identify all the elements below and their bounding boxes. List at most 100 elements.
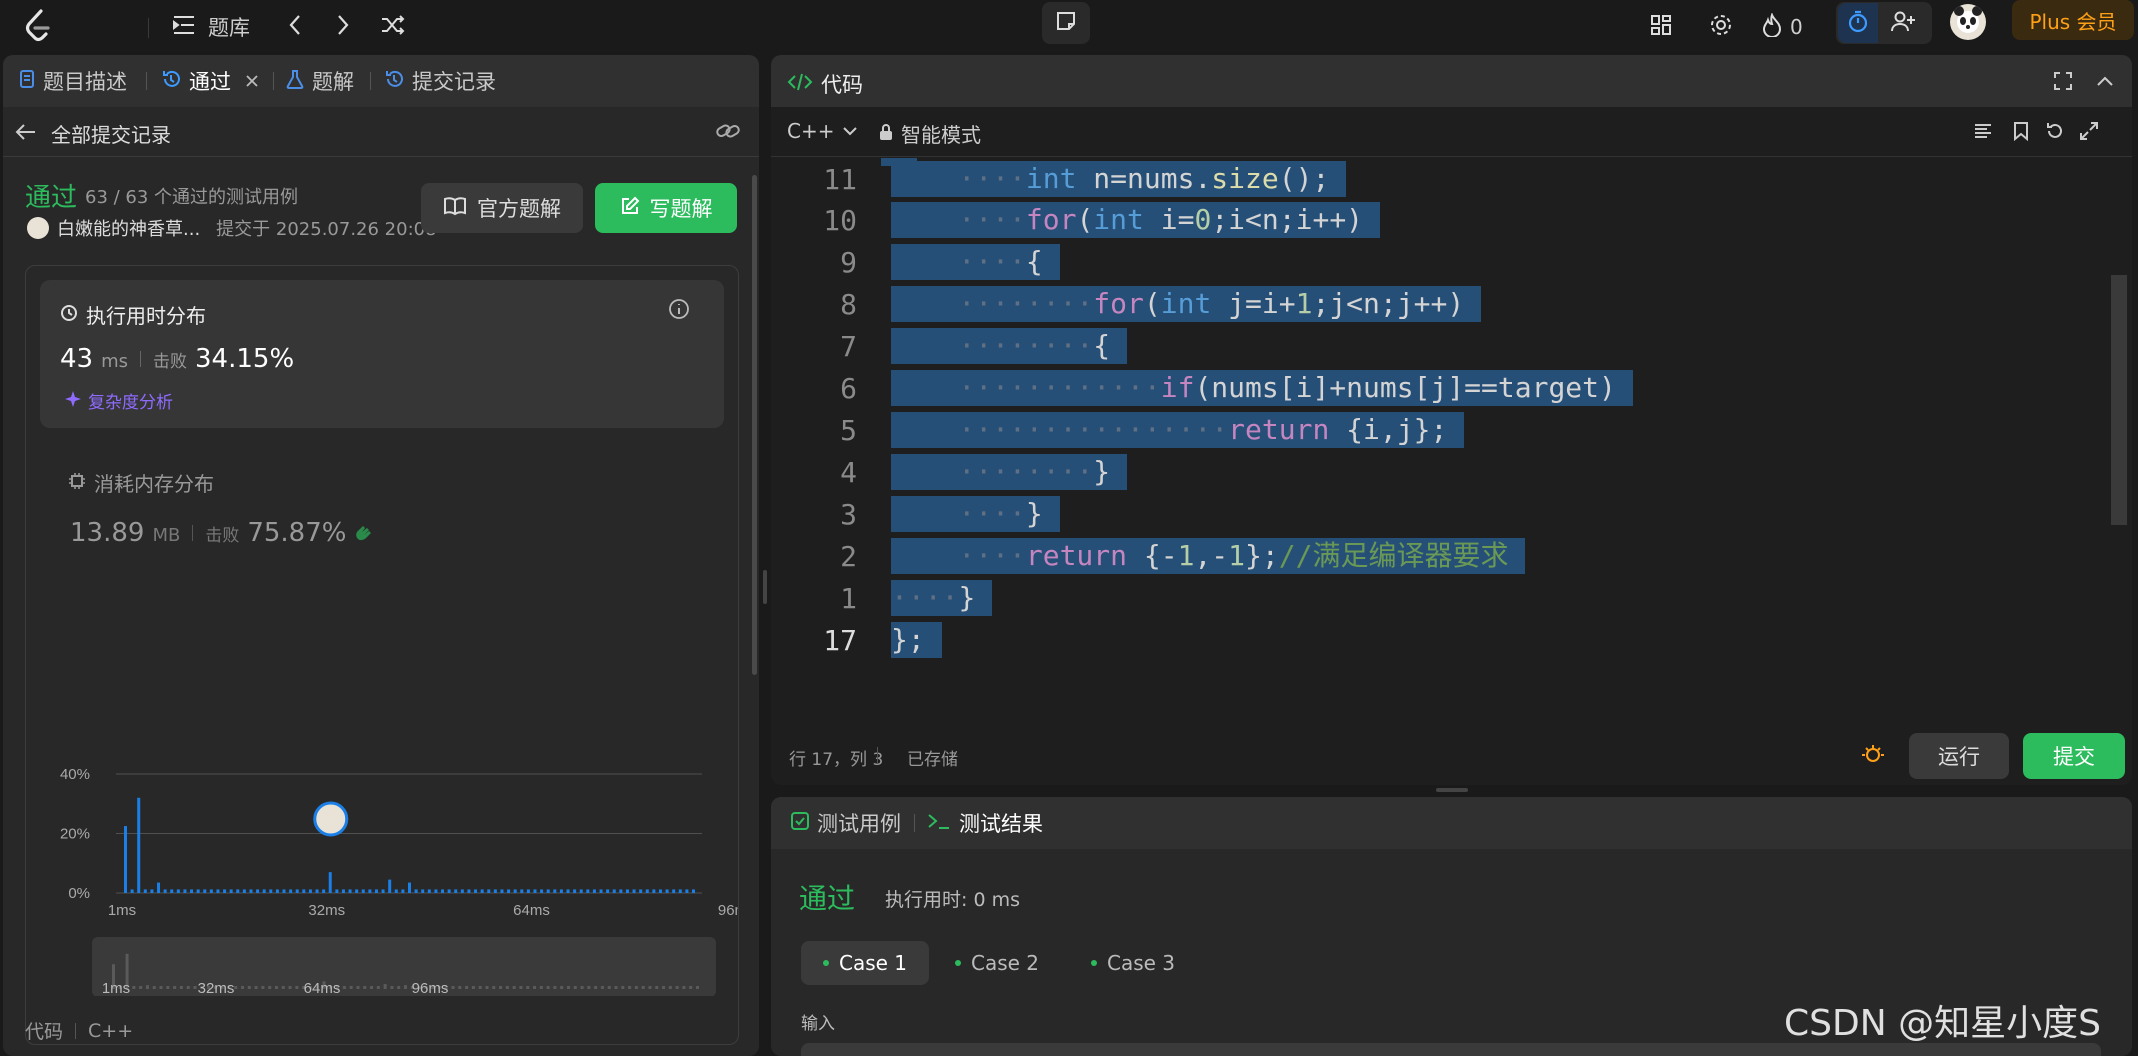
overview-bar	[159, 986, 163, 989]
complexity-analysis-link[interactable]: 复杂度分析	[64, 388, 173, 413]
editor-scrollbar[interactable]	[2111, 275, 2127, 525]
code-line[interactable]: ····return {-1,-1};//满足编译器要求	[891, 538, 1526, 574]
horizontal-resize-handle[interactable]	[1436, 788, 1468, 792]
code-line[interactable]: ········{	[891, 328, 1128, 364]
note-button[interactable]	[1042, 2, 1090, 44]
code-line[interactable]: ········for(int j=i+1;j<n;j++)	[891, 286, 1482, 322]
line-number: 7	[840, 330, 857, 363]
official-solution-button[interactable]: 官方题解	[421, 183, 583, 233]
bar	[474, 889, 478, 893]
chevron-up-icon[interactable]	[2095, 71, 2115, 95]
code-line[interactable]: ················return {i,j};	[891, 412, 1465, 448]
memory-header[interactable]: 消耗内存分布	[68, 468, 214, 497]
code-line[interactable]: };	[891, 622, 942, 658]
plus-member-button[interactable]: Plus 会员	[2012, 0, 2134, 40]
run-button[interactable]: 运行	[1909, 733, 2009, 779]
bar	[295, 889, 299, 893]
share-link-button[interactable]	[715, 121, 741, 145]
close-tab-icon[interactable]	[245, 69, 259, 93]
code-line[interactable]: ········}	[891, 454, 1128, 490]
submit-button[interactable]: 提交	[2023, 733, 2125, 779]
username[interactable]: 白嫩能的神香草...	[57, 215, 200, 241]
overview-bar	[268, 986, 272, 989]
panel-resize-handle[interactable]	[763, 570, 767, 604]
code-line[interactable]: ············if(nums[i]+nums[j]==target)	[891, 370, 1633, 406]
tab-test-results[interactable]: 测试结果	[927, 797, 1043, 849]
bar	[275, 889, 279, 893]
code-line[interactable]: ····int n=nums.size();	[891, 161, 1347, 197]
bookmark-icon[interactable]	[2013, 121, 2029, 145]
bar	[282, 889, 286, 893]
runtime-card[interactable]: 执行用时分布 43 ms 击败 34.15% 复杂度分析	[40, 280, 724, 428]
debug-icon[interactable]	[1861, 743, 1885, 769]
code-area[interactable]: 11 ····int n=nums.size(); 10 ····for(int…	[771, 158, 2111, 728]
info-icon[interactable]	[668, 298, 690, 324]
edit-icon	[620, 196, 640, 221]
cursor-position: 行 17，列 3	[789, 750, 884, 770]
bar	[447, 889, 451, 893]
bar	[209, 889, 213, 893]
tab-description[interactable]: 题目描述	[19, 55, 127, 107]
y-tick-label: 0%	[68, 885, 90, 902]
overview-bar	[383, 984, 387, 989]
invite-button[interactable]	[1878, 3, 1930, 43]
language-select[interactable]: C++	[787, 119, 858, 143]
smart-mode-toggle[interactable]: 智能模式	[879, 119, 981, 148]
case-tab-3[interactable]: Case 3	[1069, 941, 1197, 985]
leetcode-logo[interactable]	[18, 6, 58, 46]
back-label: 全部提交记录	[51, 123, 171, 147]
case-tab-1[interactable]: Case 1	[801, 941, 930, 985]
status-accepted: 通过	[25, 183, 78, 213]
problem-bank-button[interactable]: 题库	[172, 8, 250, 46]
scrollbar[interactable]	[752, 175, 757, 675]
tab-accepted[interactable]: 通过	[161, 55, 259, 107]
overview-bar	[288, 986, 292, 989]
overview-bar	[397, 986, 401, 989]
expand-icon[interactable]	[2079, 121, 2099, 145]
bar	[143, 889, 147, 893]
back-to-all-submissions[interactable]: 全部提交记录	[15, 119, 171, 148]
code-line[interactable]: ····}	[891, 580, 993, 616]
tab-solutions[interactable]: 题解	[286, 55, 354, 107]
runtime-distribution-chart[interactable]: 40% 20% 0% 1ms 32ms 64ms 96ms 1ms 32ms 64ms 96ms	[26, 596, 738, 996]
layout-button[interactable]	[1646, 8, 1676, 46]
write-solution-button[interactable]: 写题解	[595, 183, 737, 233]
bar	[348, 889, 352, 893]
submitted-time: 提交于 2025.07.26 20:08	[216, 219, 437, 240]
runtime-header: 执行用时分布	[60, 300, 206, 329]
settings-button[interactable]	[1706, 8, 1736, 46]
bar	[361, 889, 365, 893]
chevron-right-icon	[336, 14, 350, 40]
overview-bar	[662, 986, 666, 989]
overview-bar	[641, 986, 645, 989]
tab-submissions[interactable]: 提交记录	[384, 55, 496, 107]
next-problem-button[interactable]	[328, 8, 358, 46]
language-label: C++	[787, 119, 835, 143]
overview-tick-label: 96ms	[412, 980, 449, 996]
prev-problem-button[interactable]	[280, 8, 310, 46]
memory-title: 消耗内存分布	[94, 472, 214, 496]
bar	[586, 889, 590, 893]
random-problem-button[interactable]	[376, 8, 410, 46]
overview-bar	[519, 986, 523, 989]
tab-testcases[interactable]: 测试用例	[791, 797, 901, 849]
arrow-left-icon	[15, 122, 37, 146]
format-icon[interactable]	[1973, 121, 1993, 145]
timer-group	[1836, 2, 1932, 44]
timer-button[interactable]	[1838, 3, 1878, 43]
fullscreen-icon[interactable]	[2053, 71, 2073, 95]
streak-counter[interactable]: 0	[1762, 8, 1803, 46]
case-tab-2[interactable]: Case 2	[933, 941, 1061, 985]
avatar[interactable]	[1950, 4, 1986, 40]
editor-title: 代码	[787, 69, 863, 99]
line-number: 1	[840, 582, 857, 615]
code-line[interactable]: ····for(int i=0;i<n;i++)	[891, 202, 1380, 238]
code-line[interactable]: ····}	[891, 496, 1060, 532]
code-line[interactable]: ····{	[891, 244, 1060, 280]
reset-icon[interactable]	[2045, 121, 2065, 145]
overview-bar	[682, 986, 686, 989]
bar	[388, 879, 392, 893]
bar	[381, 889, 385, 893]
tab-solutions-label: 题解	[312, 70, 354, 94]
clap-icon	[354, 523, 374, 545]
